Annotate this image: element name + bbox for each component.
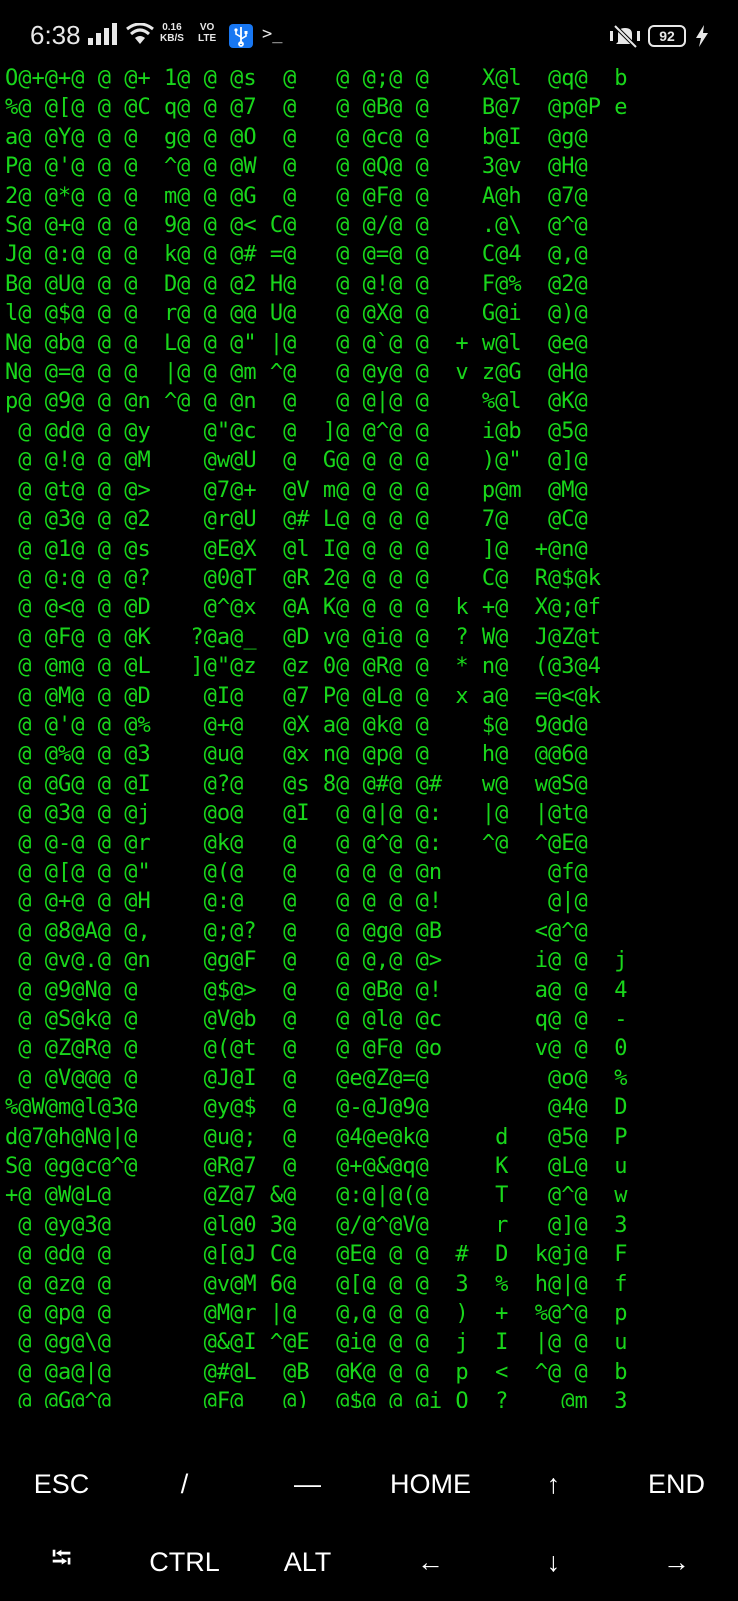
terminal-line: @ @v@.@ @n @g@F @ @ @,@ @> i@ @ j bbox=[5, 948, 628, 974]
terminal-line: %@W@m@l@3@ @y@$ @ @-@J@9@ @4@ D bbox=[5, 1095, 628, 1121]
esc-key[interactable]: ESC bbox=[0, 1445, 123, 1523]
terminal-line: @ @V@@@ @ @J@I @ @e@Z@=@ @o@ % bbox=[5, 1065, 628, 1091]
terminal-line: B@ @U@ @ @ D@ @ @2 H@ @ @!@ @ F@% @2@ bbox=[5, 271, 588, 297]
terminal-line: @ @t@ @ @> @7@+ @V m@ @ @ @ p@m @M@ bbox=[5, 477, 588, 503]
terminal-line: @ @G@^@ @F@ @) @$@ @ @i O ? @m 3 bbox=[5, 1389, 628, 1408]
terminal-line: @ @3@ @ @j @o@ @I @ @|@ @: |@ |@t@ bbox=[5, 801, 588, 827]
volte-bottom: LTE bbox=[198, 33, 217, 44]
alt-key[interactable]: ALT bbox=[246, 1523, 369, 1601]
terminal-line: @ @-@ @ @r @k@ @ @ @^@ @: ^@ ^@E@ bbox=[5, 830, 588, 856]
terminal-line: @ @F@ @ @K ?@a@_ @D v@ @i@ @ ? W@ J@Z@t bbox=[5, 624, 602, 650]
slash-key[interactable]: / bbox=[123, 1445, 246, 1523]
end-key[interactable]: END bbox=[615, 1445, 738, 1523]
terminal-line: @ @d@ @ @[@J C@ @E@ @ @ # D k@j@ F bbox=[5, 1242, 628, 1268]
terminal-view[interactable]: O@+@+@ @ @+ 1@ @ @s @ @ @;@ @ X@l @q@ b%… bbox=[0, 64, 738, 1408]
terminal-line: N@ @b@ @ @ L@ @ @" |@ @ @`@ @ + w@l @e@ bbox=[5, 330, 588, 356]
terminal-line: @ @z@ @ @v@M 6@ @[@ @ @ 3 % h@|@ f bbox=[5, 1271, 628, 1297]
network-speed-value: 0.16 bbox=[162, 22, 182, 33]
terminal-line: J@ @:@ @ @ k@ @ @# =@ @ @=@ @ C@4 @,@ bbox=[5, 242, 588, 268]
terminal-line: @ @a@|@ @#@L @B @K@ @ @ p < ^@ @ b bbox=[5, 1359, 628, 1385]
terminal-line: @ @:@ @ @? @0@T @R 2@ @ @ @ C@ R@$@k bbox=[5, 565, 602, 591]
terminal-line: p@ @9@ @ @n ^@ @ @n @ @ @|@ @ %@l @K@ bbox=[5, 389, 588, 415]
usb-icon bbox=[229, 24, 253, 48]
battery-icon: 92 bbox=[648, 25, 686, 47]
extra-keys-row-2: ⭾ CTRL ALT ← ↓ → bbox=[0, 1523, 738, 1601]
terminal-line: d@7@h@N@|@ @u@; @ @4@e@k@ d @5@ P bbox=[5, 1124, 628, 1150]
terminal-line: N@ @=@ @ @ |@ @ @m ^@ @ @y@ @ v z@G @H@ bbox=[5, 360, 588, 386]
home-key[interactable]: HOME bbox=[369, 1445, 492, 1523]
signal-icon bbox=[88, 23, 117, 45]
terminal-line: @ @%@ @ @3 @u@ @x n@ @p@ @ h@ @@6@ bbox=[5, 742, 588, 768]
terminal-output[interactable]: O@+@+@ @ @+ 1@ @ @s @ @ @;@ @ X@l @q@ b%… bbox=[0, 64, 738, 1408]
left-arrow-key[interactable]: ← bbox=[369, 1523, 492, 1601]
terminal-line: @ @8@A@ @, @;@? @ @ @g@ @B <@^@ bbox=[5, 918, 588, 944]
down-arrow-key[interactable]: ↓ bbox=[492, 1523, 615, 1601]
network-speed: 0.16 KB/S bbox=[160, 22, 184, 44]
terminal-line: @ @Z@R@ @ @(@t @ @ @F@ @o v@ @ 0 bbox=[5, 1036, 628, 1062]
dash-key[interactable]: ― bbox=[246, 1445, 369, 1523]
terminal-line: @ @!@ @ @M @w@U @ G@ @ @ @ )@" @]@ bbox=[5, 448, 588, 474]
status-bar: 6:38 0.16 KB/S VO LTE >_ 92 bbox=[0, 0, 738, 72]
terminal-line: @ @+@ @ @H @:@ @ @ @ @ @! @|@ bbox=[5, 889, 588, 915]
terminal-line: S@ @+@ @ @ 9@ @ @< C@ @ @/@ @ .@\ @^@ bbox=[5, 213, 588, 239]
terminal-line: O@+@+@ @ @+ 1@ @ @s @ @ @;@ @ X@l @q@ b bbox=[5, 66, 628, 91]
terminal-line: P@ @'@ @ @ ^@ @ @W @ @ @Q@ @ 3@v @H@ bbox=[5, 154, 588, 180]
terminal-line: a@ @Y@ @ @ g@ @ @O @ @ @c@ @ b@I @g@ bbox=[5, 124, 588, 150]
terminal-line: @ @'@ @ @% @+@ @X a@ @k@ @ $@ 9@d@ bbox=[5, 712, 588, 738]
terminal-line: @ @1@ @ @s @E@X @l I@ @ @ @ ]@ +@n@ bbox=[5, 536, 588, 562]
extra-keys-row-1: ESC / ― HOME ↑ END bbox=[0, 1445, 738, 1523]
terminal-line: @ @[@ @ @" @(@ @ @ @ @ @n @f@ bbox=[5, 859, 588, 885]
terminal-line: 2@ @*@ @ @ m@ @ @G @ @ @F@ @ A@h @7@ bbox=[5, 183, 588, 209]
terminal-line: @ @p@ @ @M@r |@ @,@ @ @ ) + %@^@ p bbox=[5, 1301, 628, 1327]
status-time: 6:38 bbox=[30, 20, 81, 50]
volte-top: VO bbox=[199, 22, 215, 33]
terminal-line: @ @3@ @ @2 @r@U @# L@ @ @ @ 7@ @C@ bbox=[5, 507, 588, 533]
terminal-icon: >_ bbox=[262, 24, 283, 44]
ctrl-key[interactable]: CTRL bbox=[123, 1523, 246, 1601]
terminal-line: @ @y@3@ @l@0 3@ @/@^@V@ r @]@ 3 bbox=[5, 1212, 628, 1238]
terminal-line: @ @<@ @ @D @^@x @A K@ @ @ @ k +@ X@;@f bbox=[5, 595, 602, 621]
up-arrow-key[interactable]: ↑ bbox=[492, 1445, 615, 1523]
terminal-line: @ @M@ @ @D @I@ @7 P@ @L@ @ x a@ =@<@k bbox=[5, 683, 602, 709]
wifi-icon bbox=[126, 23, 154, 44]
terminal-line: @ @G@ @ @I @?@ @s 8@ @#@ @# w@ w@S@ bbox=[5, 771, 588, 797]
terminal-line: @ @m@ @ @L ]@"@z @z 0@ @R@ @ * n@ (@3@4 bbox=[5, 654, 602, 680]
terminal-line: %@ @[@ @ @C q@ @ @7 @ @ @B@ @ B@7 @p@P e bbox=[5, 95, 628, 121]
right-arrow-key[interactable]: → bbox=[615, 1523, 738, 1601]
terminal-line: S@ @g@c@^@ @R@7 @ @+@&@q@ K @L@ u bbox=[5, 1154, 628, 1180]
network-speed-unit: KB/S bbox=[160, 33, 184, 44]
silent-icon bbox=[610, 24, 640, 48]
terminal-line: +@ @W@L@ @Z@7 &@ @:@|@(@ T @^@ w bbox=[5, 1183, 628, 1209]
terminal-line: @ @9@N@ @ @$@> @ @ @B@ @! a@ @ 4 bbox=[5, 977, 628, 1003]
extra-keys-bar: ESC / ― HOME ↑ END ⭾ CTRL ALT ← ↓ → bbox=[0, 1445, 738, 1600]
terminal-line: @ @S@k@ @ @V@b @ @ @l@ @c q@ @ - bbox=[5, 1007, 628, 1032]
terminal-line: l@ @$@ @ @ r@ @ @@ U@ @ @X@ @ G@i @)@ bbox=[5, 301, 588, 327]
tab-key[interactable]: ⭾ bbox=[0, 1523, 123, 1601]
volte-indicator: VO LTE bbox=[198, 22, 216, 44]
terminal-line: @ @d@ @ @y @"@c @ ]@ @^@ @ i@b @5@ bbox=[5, 418, 588, 444]
charging-icon bbox=[696, 25, 708, 47]
terminal-line: @ @g@\@ @&@I ^@E @i@ @ @ j I |@ @ u bbox=[5, 1330, 628, 1356]
